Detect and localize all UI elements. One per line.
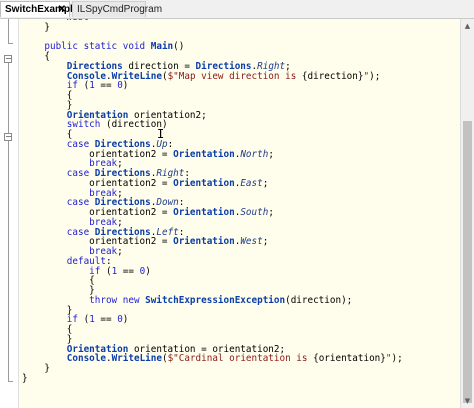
code-line: { [22,91,403,101]
code-token: ; [268,207,274,218]
code-token: ( [77,314,90,326]
tab-ilspycmdprogram[interactable]: ILSpyCmdProgram [72,1,162,17]
code-token: ) [122,80,129,92]
code-line: Console.WriteLine($"Cardinal orientation… [22,354,403,364]
code-token: North [240,148,269,160]
fold-guide-line [8,63,9,381]
code-token: Orientation [173,236,235,248]
code-editor[interactable]: − − West } public static void Main() { D… [0,19,460,408]
code-token: South [240,207,269,218]
text-cursor-icon: I [157,127,165,141]
code-token: == [94,80,118,92]
code-token: {direction} [301,70,364,82]
fold-guide-line [8,19,9,43]
fold-end-marker [8,381,13,382]
code-token: West [67,19,89,23]
code-token: ) [145,265,151,277]
code-line: if (1 == 0) [22,315,403,325]
code-text[interactable]: West } public static void Main() { Direc… [22,19,403,393]
code-token: East [240,177,263,189]
code-token: {orientation} [313,353,386,365]
tab-label: ILSpyCmdProgram [77,4,163,15]
code-token: ( [100,265,112,277]
scroll-down-arrow-icon[interactable]: ▼ [461,394,474,408]
fold-toggle-icon[interactable]: − [4,55,12,63]
code-token: (direction); [285,294,353,306]
code-token: Console [66,353,106,365]
code-token: $"Map view direction is [167,70,302,82]
code-line: switch (direction) [22,120,403,130]
code-line: } [22,21,403,33]
code-line: throw new SwitchExpressionException(dire… [22,294,403,306]
document-tab-bar: SwitchExample ✕ ILSpyCmdProgram [0,0,474,19]
code-token: Orientation [173,148,235,160]
code-token: == [117,265,140,277]
code-line: { [22,325,403,335]
tab-label: SwitchExample [5,4,79,15]
code-line: } [22,364,403,374]
code-token: == [94,314,118,326]
code-token: } [22,372,28,384]
code-token: West [240,236,263,248]
code-token: throw new [89,294,140,306]
vertical-scrollbar[interactable]: ▲ ▼ [460,19,474,408]
scroll-up-arrow-icon[interactable]: ▲ [461,19,474,33]
code-token: ); [369,70,381,82]
code-line: } [22,372,403,384]
code-token: Orientation [173,177,235,189]
tab-switchexample[interactable]: SwitchExample ✕ [0,1,78,18]
code-token: $"Cardinal orientation is [167,353,314,365]
fold-gutter: − − [0,19,19,408]
code-line: public static void Main() [22,42,403,52]
code-token: WriteLine [111,353,162,365]
scrollbar-thumb[interactable] [463,121,472,403]
code-token: ; [117,246,123,257]
code-token: Orientation [173,207,235,218]
fold-end-marker [8,43,13,44]
code-token: } [22,21,50,33]
code-token: ); [391,353,403,365]
code-token: ; [268,148,274,160]
code-token: SwitchExpressionException [145,294,286,306]
code-token: () [173,41,185,53]
code-token: public static void [44,41,146,53]
code-token: Main [150,41,174,53]
close-icon[interactable]: ✕ [58,2,66,18]
code-token: ; [262,177,269,189]
code-token: ) [122,314,129,326]
code-token: ( [77,80,90,92]
fold-toggle-icon[interactable]: − [4,133,12,141]
code-token: ; [262,236,269,248]
code-line: if (1 == 0) [22,81,403,91]
